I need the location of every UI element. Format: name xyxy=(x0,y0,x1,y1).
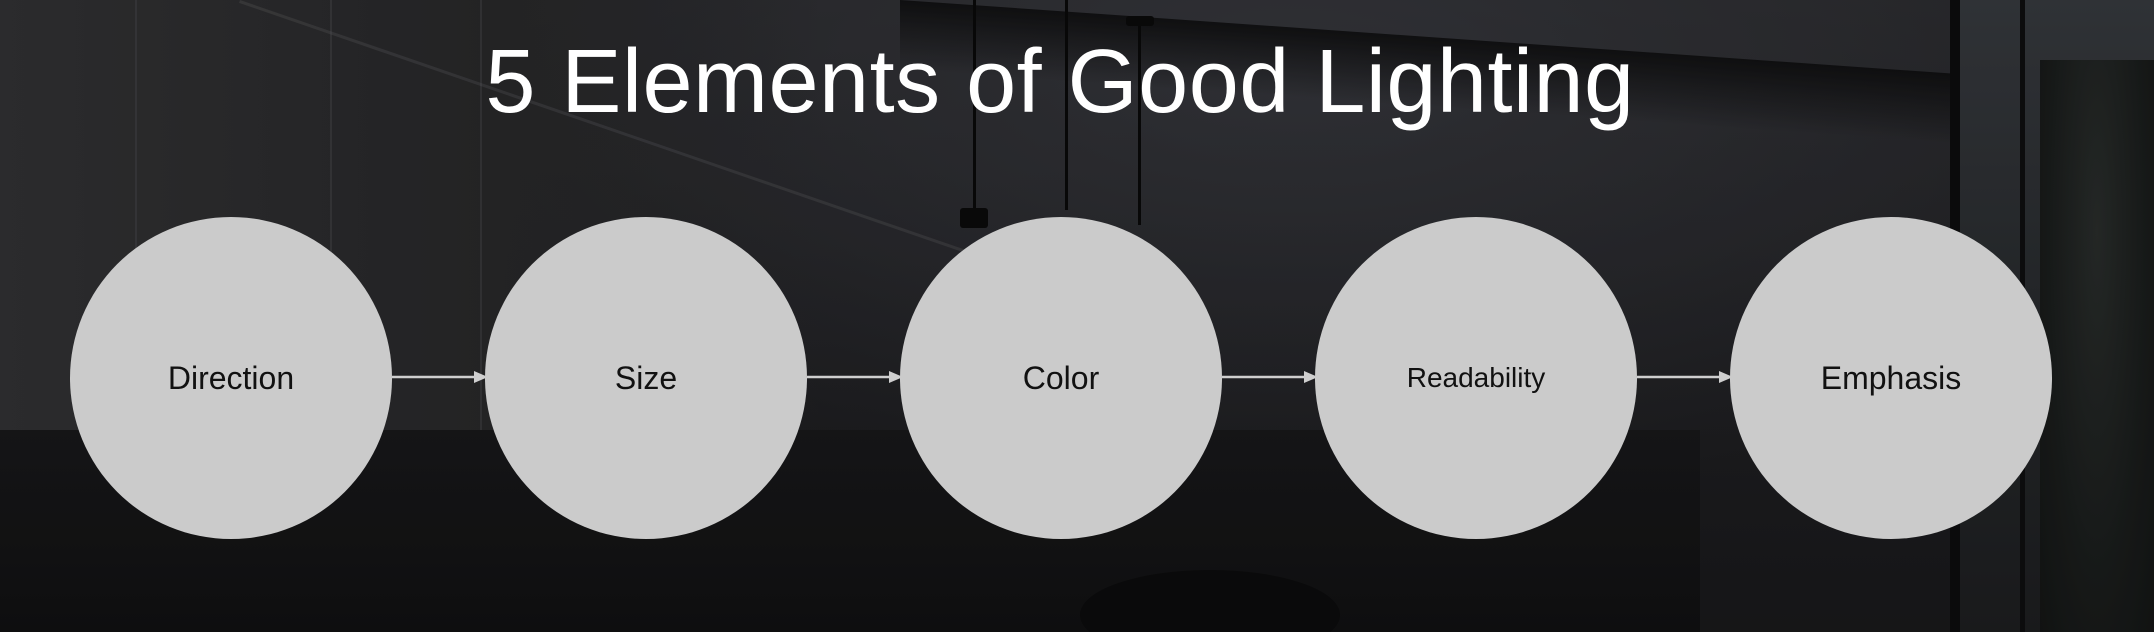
slide: 5 Elements of Good Lighting Direction Si… xyxy=(0,0,2154,632)
node-size: Size xyxy=(485,217,807,539)
node-readability: Readability xyxy=(1315,217,1637,539)
node-label: Direction xyxy=(167,359,295,396)
arrow-right-icon xyxy=(392,371,488,383)
node-label: Color xyxy=(1022,359,1100,396)
node-label: Emphasis xyxy=(1820,359,1962,396)
node-color: Color xyxy=(900,217,1222,539)
arrow-right-icon xyxy=(1637,371,1733,383)
arrow-right-icon xyxy=(1222,371,1318,383)
arrow-right-icon xyxy=(807,371,903,383)
flow-diagram: Direction Size Color Readability Emphasi… xyxy=(0,0,2154,632)
node-label: Readability xyxy=(1406,362,1546,393)
node-direction: Direction xyxy=(70,217,392,539)
node-emphasis: Emphasis xyxy=(1730,217,2052,539)
node-label: Size xyxy=(614,359,678,396)
